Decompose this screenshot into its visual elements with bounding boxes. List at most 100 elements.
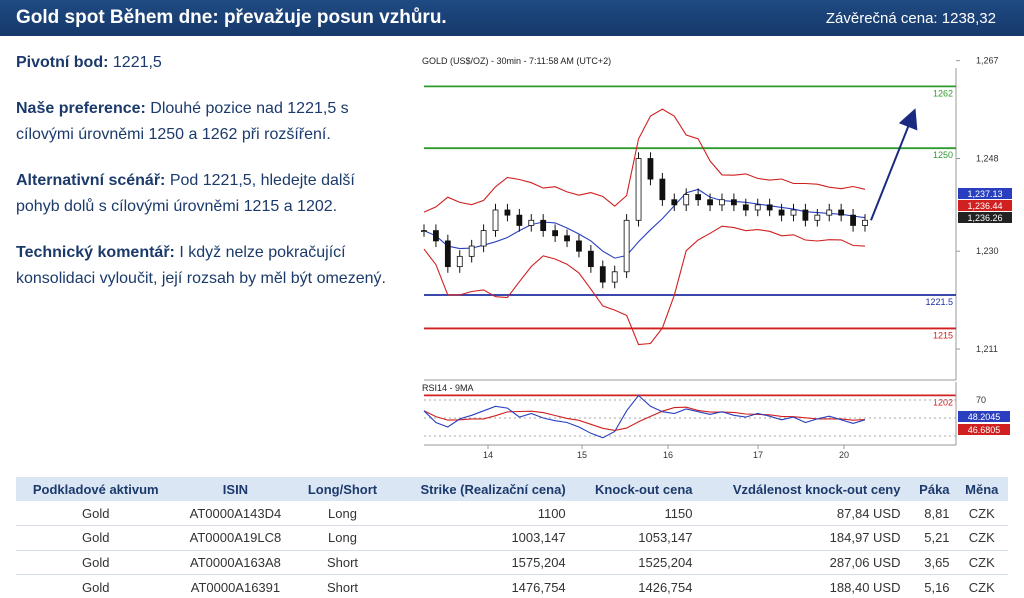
candle-body — [683, 194, 690, 206]
cell-direction: Long — [295, 525, 390, 551]
candle-body — [516, 214, 523, 226]
rsi-plot: RSI14 - 9MA 70 48.2045 46.6805 14 15 16 17 20 — [422, 382, 1010, 460]
col-strike: Strike (Realizační cena) — [389, 477, 572, 501]
technical-label: Technický komentář: — [16, 244, 175, 261]
x-tick-label: 16 — [663, 450, 673, 458]
closing-price-label: Závěrečná cena: — [825, 9, 938, 27]
products-header-row: Podkladové aktivum ISIN Long/Short Strik… — [16, 477, 1008, 501]
analysis-panel: Pivotní bod: 1221,5 Naše preference: Dlo… — [16, 50, 401, 312]
table-row: Gold AT0000A16391 Short 1476,754 1426,75… — [16, 574, 1008, 598]
candle-body — [552, 230, 559, 237]
candle-body — [623, 219, 630, 273]
cell-underlying: Gold — [16, 550, 176, 576]
candle-body — [528, 219, 535, 226]
candle-body — [790, 209, 797, 216]
candle-body — [838, 209, 845, 216]
col-currency: Měna — [955, 477, 1008, 501]
candle-body — [647, 158, 654, 180]
candle-body — [504, 209, 511, 216]
candle-body — [719, 199, 725, 206]
cell-distance: 287,06 USD — [698, 550, 907, 576]
col-underlying: Podkladové aktivum — [16, 477, 176, 501]
candle-body — [826, 209, 833, 216]
candle-body — [659, 178, 666, 201]
level-label: 1221.5 — [925, 297, 953, 307]
candle-body — [456, 255, 463, 268]
level-label: 1271 — [933, 50, 953, 52]
level-label: 1215 — [933, 330, 953, 340]
pivot-value: 1221,5 — [112, 54, 162, 71]
rsi-tag-label: 46.6805 — [968, 425, 1001, 435]
technical-paragraph: Technický komentář: I když nelze pokraču… — [16, 240, 401, 292]
cell-underlying: Gold — [16, 574, 176, 598]
candle-body — [444, 240, 451, 268]
candle-body — [814, 214, 821, 221]
cell-strike: 1476,754 — [389, 574, 572, 598]
pivot-label: Pivotní bod: — [16, 54, 109, 71]
candle-body — [695, 194, 702, 201]
candle-body — [421, 230, 427, 233]
table-row: Gold AT0000A163A8 Short 1575,204 1525,20… — [16, 550, 1008, 576]
col-knockout: Knock-out cena — [571, 477, 699, 501]
closing-price: Závěrečná cena: 1238,32 — [826, 10, 996, 27]
y-tick-label: 1,267 — [976, 56, 999, 66]
moving-average — [423, 188, 866, 259]
chart-title: GOLD (US$/OZ) - 30min - 7:11:58 AM (UTC+… — [422, 56, 611, 66]
bollinger-lower — [423, 225, 866, 346]
candle-body — [671, 199, 678, 206]
page-title: Gold spot Během dne: převažuje posun vzh… — [16, 7, 447, 28]
main-plot: 1,267 1,248 1,230 1,211 1271 1262 1250 1221.5 12… — [421, 39, 1012, 407]
candle-body — [850, 214, 856, 226]
level-label: 1250 — [933, 150, 953, 160]
candle-body — [599, 266, 606, 283]
col-distance: Vzdálenost knock-out ceny — [698, 477, 907, 501]
table-row: Gold AT0000A143D4 Long 1100 1150 87,84 U… — [16, 501, 1008, 527]
cell-currency: CZK — [955, 550, 1008, 576]
candle-body — [564, 235, 570, 242]
price-tag-label: 1,236.44 — [967, 201, 1002, 211]
price-tag-label: 1,236.26 — [967, 213, 1002, 223]
cell-knockout: 1525,204 — [571, 550, 699, 576]
candle-body — [468, 245, 475, 257]
candle-body — [730, 199, 737, 206]
alternative-label: Alternativní scénář: — [16, 172, 166, 189]
cell-strike: 1100 — [389, 501, 572, 527]
level-label: 1262 — [933, 88, 953, 98]
candle-body — [742, 204, 749, 211]
x-tick-label: 20 — [839, 450, 849, 458]
bollinger-upper — [423, 108, 866, 213]
cell-leverage: 3,65 — [906, 550, 956, 576]
preference-paragraph: Naše preference: Dlouhé pozice nad 1221,… — [16, 96, 401, 148]
rsi-title: RSI14 - 9MA — [422, 383, 474, 393]
cell-distance: 184,97 USD — [698, 525, 907, 551]
col-isin: ISIN — [175, 477, 296, 501]
cell-knockout: 1053,147 — [571, 525, 699, 551]
closing-price-value: 1238,32 — [941, 9, 996, 27]
cell-direction: Long — [295, 501, 390, 527]
pivot-paragraph: Pivotní bod: 1221,5 — [16, 50, 401, 76]
cell-knockout: 1150 — [571, 501, 699, 527]
candle-body — [707, 199, 713, 206]
price-tag-label: 1,237.13 — [967, 189, 1002, 199]
col-direction: Long/Short — [295, 477, 390, 501]
candle-body — [778, 209, 785, 216]
candle-body — [802, 209, 809, 221]
candle-body — [492, 209, 499, 232]
candle-body — [540, 219, 547, 232]
cell-isin: AT0000A19LC8 — [175, 525, 296, 551]
report-header: Gold spot Během dne: převažuje posun vzh… — [0, 0, 1024, 36]
candle-body — [433, 230, 439, 242]
cell-leverage: 5,16 — [906, 574, 956, 598]
x-tick-label: 15 — [577, 450, 587, 458]
cell-leverage: 5,21 — [906, 525, 956, 551]
cell-strike: 1003,147 — [389, 525, 572, 551]
cell-isin: AT0000A143D4 — [175, 501, 296, 527]
price-chart-svg: GOLD (US$/OZ) - 30min - 7:11:58 AM (UTC+… — [421, 39, 1012, 460]
x-tick-label: 17 — [753, 450, 763, 458]
price-chart: GOLD (US$/OZ) - 30min - 7:11:58 AM (UTC+… — [420, 39, 1012, 460]
y-tick-label: 1,230 — [976, 246, 999, 256]
y-tick-label: 1,211 — [976, 344, 998, 354]
candle-body — [862, 219, 868, 226]
preference-label: Naše preference: — [16, 100, 146, 117]
products-table: Podkladové aktivum ISIN Long/Short Strik… — [16, 477, 1008, 598]
